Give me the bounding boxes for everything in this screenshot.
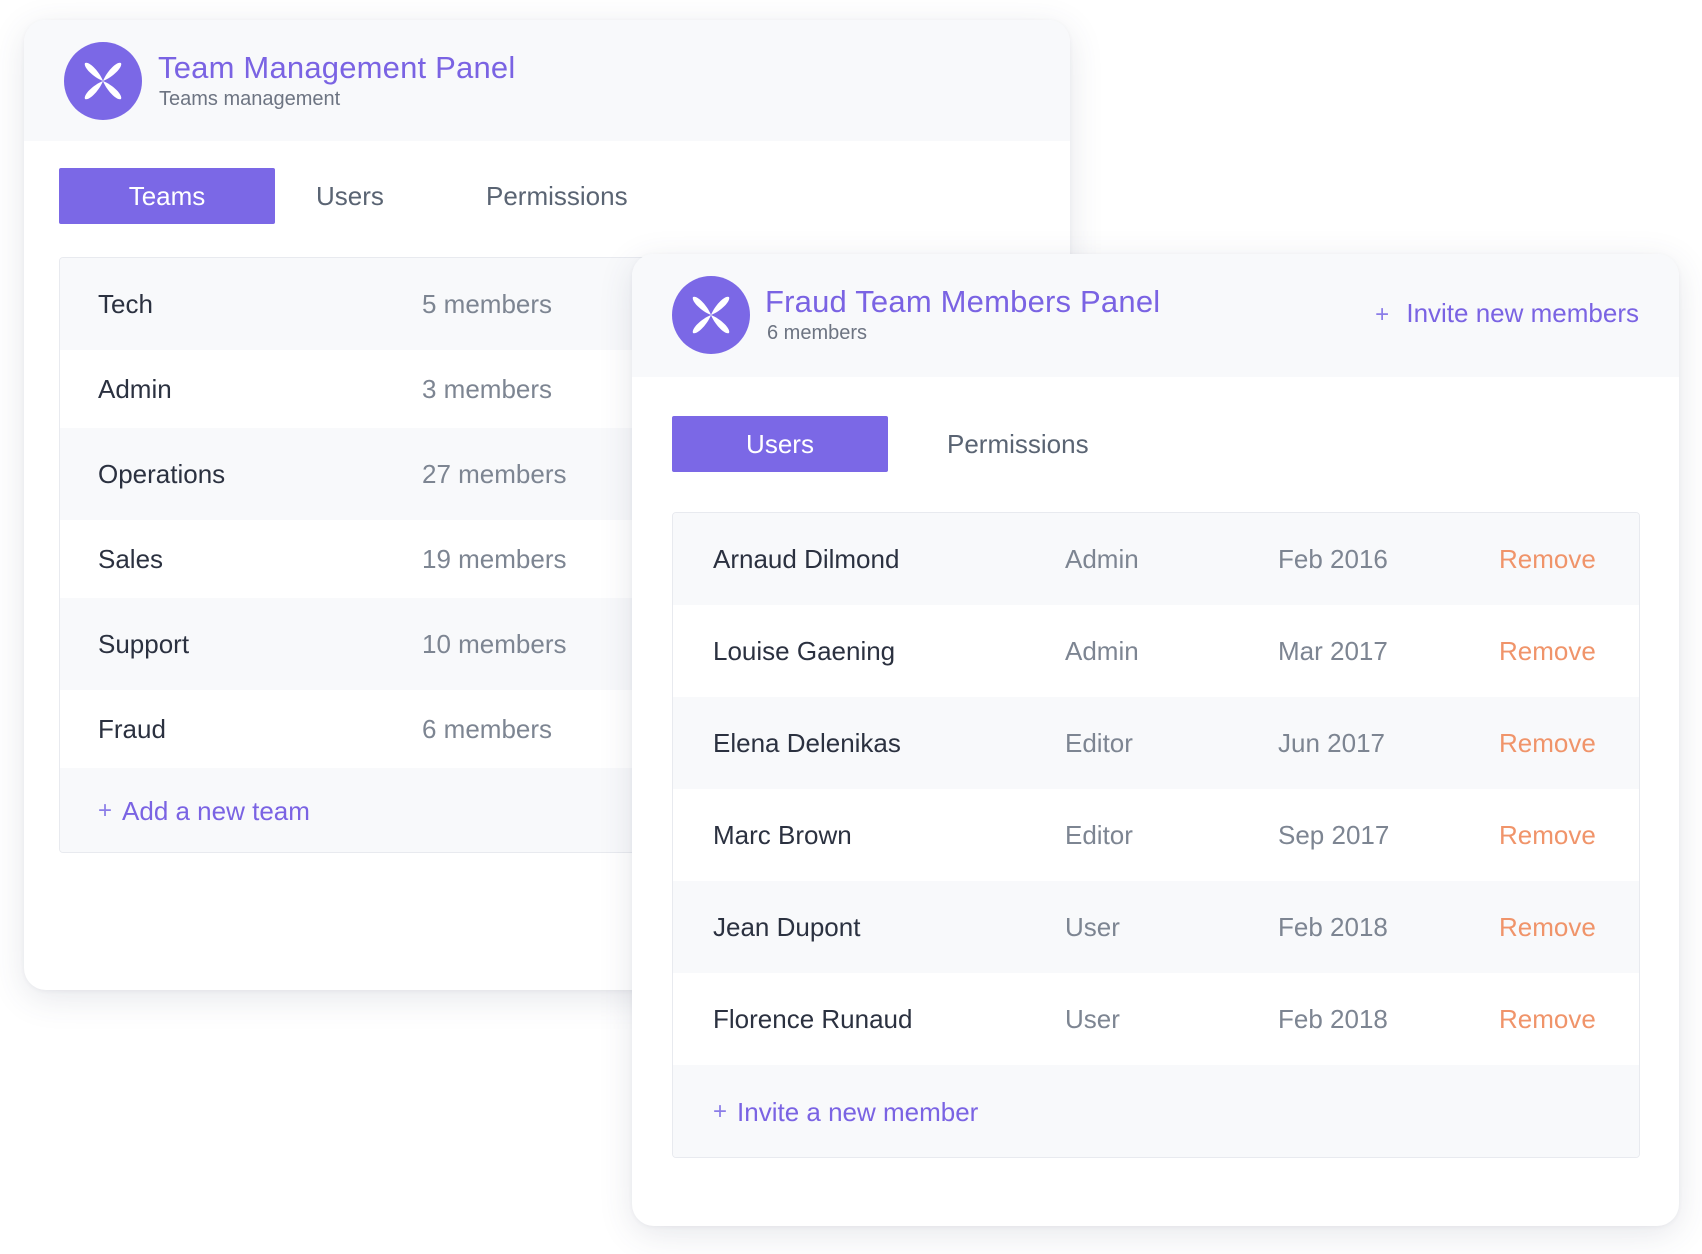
member-row: Elena Delenikas Editor Jun 2017 Remove xyxy=(673,697,1639,789)
panel-subtitle: 6 members xyxy=(767,322,868,344)
tab-permissions[interactable]: Permissions xyxy=(947,416,1089,472)
plus-icon: + xyxy=(98,797,113,824)
tab-teams[interactable]: Teams xyxy=(59,168,275,224)
remove-member-button[interactable]: Remove xyxy=(1499,973,1596,1065)
panel-title: Team Management Panel xyxy=(158,50,516,85)
flower-logo-icon xyxy=(672,276,750,354)
member-name: Elena Delenikas xyxy=(713,727,901,758)
flower-logo-icon xyxy=(64,42,142,120)
remove-member-button[interactable]: Remove xyxy=(1499,881,1596,973)
member-since: Feb 2018 xyxy=(1278,1003,1388,1034)
invite-member-row: + Invite a new member xyxy=(673,1065,1639,1157)
member-since: Feb 2018 xyxy=(1278,911,1388,942)
member-name: Florence Runaud xyxy=(713,1003,913,1034)
member-row: Florence Runaud User Feb 2018 Remove xyxy=(673,973,1639,1065)
panel-header: Team Management Panel Teams management xyxy=(24,20,1070,141)
members-list: Arnaud Dilmond Admin Feb 2016 Remove Lou… xyxy=(672,512,1640,1158)
fraud-team-members-panel: Fraud Team Members Panel 6 members + Inv… xyxy=(632,254,1679,1226)
panel-subtitle: Teams management xyxy=(159,88,341,110)
team-member-count: 5 members xyxy=(422,288,553,319)
member-role: Editor xyxy=(1065,819,1133,850)
invite-new-member-label: Invite a new member xyxy=(737,1096,979,1127)
plus-icon: + xyxy=(1375,301,1390,328)
add-team-link[interactable]: + Add a new team xyxy=(98,768,310,852)
team-name: Tech xyxy=(98,288,153,319)
team-member-count: 10 members xyxy=(422,628,567,659)
team-name: Admin xyxy=(98,373,172,404)
team-name: Fraud xyxy=(98,713,166,744)
team-member-count: 6 members xyxy=(422,713,553,744)
remove-member-button[interactable]: Remove xyxy=(1499,513,1596,605)
member-since: Jun 2017 xyxy=(1278,727,1385,758)
stage: Team Management Panel Teams management T… xyxy=(0,0,1702,1254)
team-name: Sales xyxy=(98,543,164,574)
member-role: Admin xyxy=(1065,543,1139,574)
member-role: User xyxy=(1065,1003,1120,1034)
member-name: Marc Brown xyxy=(713,819,852,850)
member-row: Louise Gaening Admin Mar 2017 Remove xyxy=(673,605,1639,697)
remove-member-button[interactable]: Remove xyxy=(1499,789,1596,881)
member-row: Jean Dupont User Feb 2018 Remove xyxy=(673,881,1639,973)
invite-new-members-label: Invite new members xyxy=(1406,298,1639,328)
team-member-count: 19 members xyxy=(422,543,567,574)
tab-users[interactable]: Users xyxy=(672,416,888,472)
panel-header: Fraud Team Members Panel 6 members + Inv… xyxy=(632,254,1679,377)
team-member-count: 3 members xyxy=(422,373,553,404)
member-role: Admin xyxy=(1065,635,1139,666)
member-name: Arnaud Dilmond xyxy=(713,543,900,574)
member-since: Feb 2016 xyxy=(1278,543,1388,574)
invite-new-members-button[interactable]: + Invite new members xyxy=(1375,298,1639,329)
tab-permissions[interactable]: Permissions xyxy=(486,168,628,224)
member-role: Editor xyxy=(1065,727,1133,758)
remove-member-button[interactable]: Remove xyxy=(1499,697,1596,789)
member-row: Marc Brown Editor Sep 2017 Remove xyxy=(673,789,1639,881)
plus-icon: + xyxy=(713,1098,728,1125)
add-team-label: Add a new team xyxy=(122,795,310,826)
member-row: Arnaud Dilmond Admin Feb 2016 Remove xyxy=(673,513,1639,605)
member-since: Mar 2017 xyxy=(1278,635,1388,666)
team-name: Support xyxy=(98,628,190,659)
member-since: Sep 2017 xyxy=(1278,819,1390,850)
member-name: Jean Dupont xyxy=(713,911,861,942)
tab-users[interactable]: Users xyxy=(316,168,384,224)
invite-new-member-link[interactable]: + Invite a new member xyxy=(713,1065,979,1157)
team-member-count: 27 members xyxy=(422,458,567,489)
remove-member-button[interactable]: Remove xyxy=(1499,605,1596,697)
member-name: Louise Gaening xyxy=(713,635,896,666)
panel-title: Fraud Team Members Panel xyxy=(765,284,1161,319)
team-name: Operations xyxy=(98,458,226,489)
member-role: User xyxy=(1065,911,1120,942)
